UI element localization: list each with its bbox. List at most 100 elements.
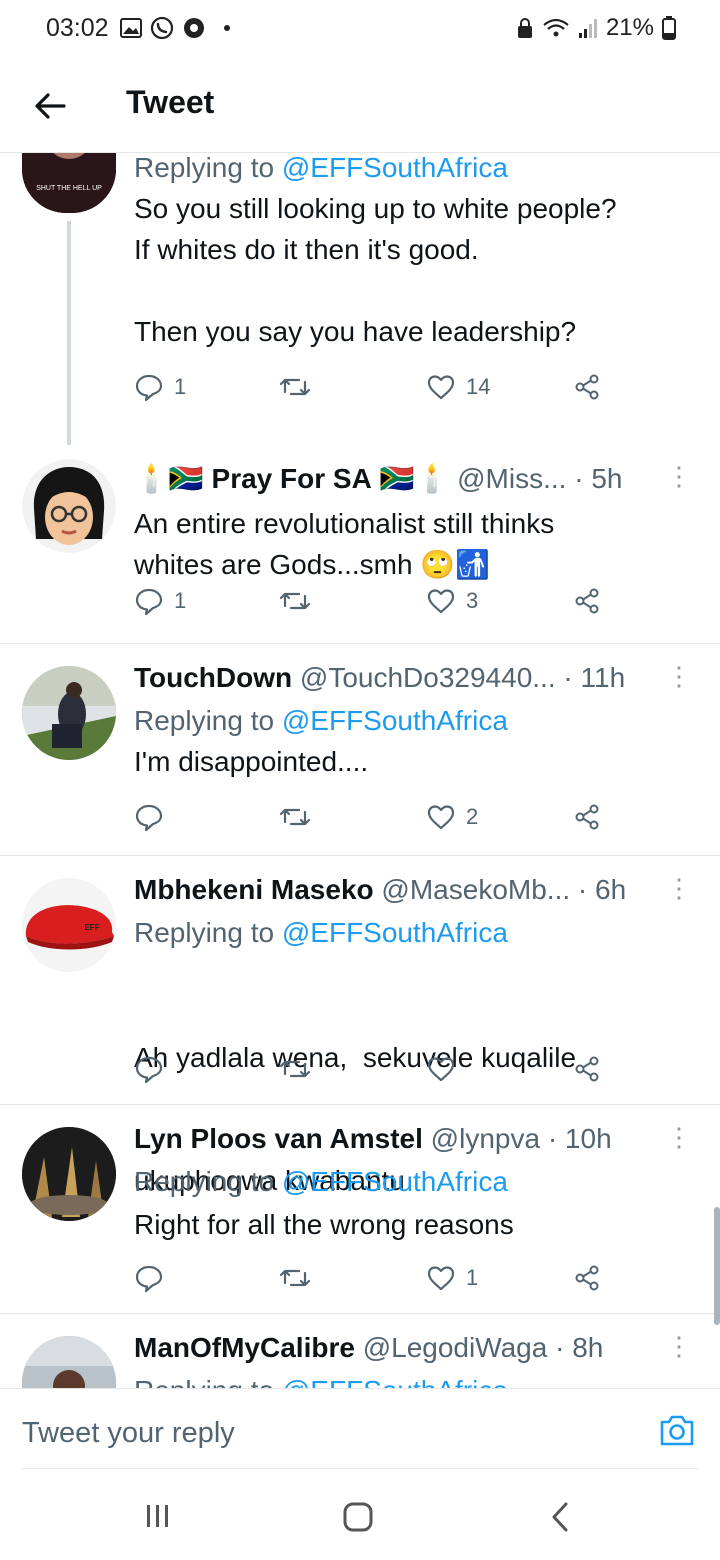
scrollbar[interactable] — [714, 1207, 720, 1325]
reply-input[interactable]: Tweet your reply — [22, 1417, 235, 1450]
share-button[interactable] — [572, 1054, 602, 1084]
avatar[interactable] — [22, 1336, 116, 1388]
share-button[interactable] — [572, 1263, 602, 1293]
tweet-actions — [134, 1054, 604, 1090]
replying-to: Replying to @EFFSouthAfrica — [134, 1375, 508, 1388]
arrow-left-icon[interactable] — [30, 86, 70, 126]
share-icon — [575, 1265, 599, 1291]
tweet-actions: 1 3 — [134, 586, 604, 622]
page-title: Tweet — [126, 84, 215, 120]
share-button[interactable] — [572, 372, 602, 402]
retweet-icon — [279, 592, 311, 610]
wifi-icon — [543, 18, 569, 37]
share-button[interactable] — [572, 586, 602, 616]
comment-icon — [135, 1265, 163, 1293]
avatar[interactable]: SHUT THE HELL UP — [22, 153, 116, 213]
more-options-icon[interactable]: ⋮ — [666, 1122, 692, 1153]
mention-link[interactable]: @EFFSouthAfrica — [282, 1375, 508, 1388]
heart-icon — [427, 1057, 455, 1082]
user-handle[interactable]: @MasekoMb... — [381, 874, 570, 905]
like-button[interactable] — [426, 1054, 456, 1084]
candle-icon: 🕯️ — [134, 463, 169, 494]
flag-za-icon: 🇿🇦 — [168, 463, 204, 494]
retweet-button[interactable] — [279, 372, 311, 402]
replying-to: Replying to @EFFSouthAfrica — [134, 1166, 508, 1197]
heart-icon — [427, 375, 455, 400]
retweet-icon — [279, 808, 311, 826]
tweet-item[interactable]: ManOfMyCalibre @LegodiWaga · 8h ⋮ Replyi… — [0, 1314, 720, 1388]
thread-connector — [67, 221, 71, 445]
user-handle[interactable]: @Miss... — [457, 463, 566, 494]
tweet-item[interactable]: TouchDown @TouchDo329440... · 11h ⋮ Repl… — [0, 644, 720, 856]
display-name[interactable]: Mbhekeni Maseko — [134, 874, 374, 905]
retweet-button[interactable] — [279, 586, 311, 616]
display-name[interactable]: Pray For SA — [212, 463, 372, 494]
like-button[interactable]: 3 — [426, 586, 478, 616]
share-icon — [575, 588, 599, 614]
tweet-time: · 10h — [547, 1123, 612, 1154]
tweet-header: ManOfMyCalibre @LegodiWaga · 8h — [134, 1332, 603, 1364]
tweet-time: · 6h — [577, 874, 627, 905]
user-handle[interactable]: @TouchDo329440... — [300, 662, 556, 693]
system-nav-bar — [0, 1470, 720, 1560]
dot-icon — [224, 25, 230, 31]
camera-icon[interactable] — [658, 1413, 696, 1447]
emoji: 🙄🚮 — [420, 549, 491, 580]
display-name[interactable]: Lyn Ploos van Amstel — [134, 1123, 423, 1154]
retweet-button[interactable] — [279, 802, 311, 832]
like-button[interactable]: 14 — [426, 372, 490, 402]
more-options-icon[interactable]: ⋮ — [666, 461, 692, 492]
reply-button[interactable] — [134, 802, 164, 832]
more-options-icon[interactable]: ⋮ — [666, 661, 692, 692]
heart-icon — [427, 805, 455, 830]
battery-percent: 21% — [605, 14, 654, 41]
flag-za-icon: 🇿🇦 — [379, 463, 415, 494]
avatar[interactable]: EFF — [22, 878, 116, 972]
replying-to: Replying to @EFFSouthAfrica — [134, 705, 508, 736]
replying-to: Replying to @EFFSouthAfrica — [134, 917, 508, 948]
tweet-item[interactable]: 🕯️🇿🇦 Pray For SA 🇿🇦🕯️ @Miss... · 5h ⋮ An… — [0, 447, 720, 644]
avatar[interactable] — [22, 1127, 116, 1221]
recents-icon[interactable] — [144, 1503, 172, 1529]
user-handle[interactable]: @LegodiWaga — [363, 1332, 548, 1363]
tweet-item[interactable]: SHUT THE HELL UP Replying to @EFFSouthAf… — [0, 153, 720, 447]
comment-icon — [135, 804, 163, 832]
mention-link[interactable]: @EFFSouthAfrica — [282, 153, 508, 183]
status-time: 03:02 — [46, 14, 109, 42]
retweet-button[interactable] — [279, 1054, 311, 1084]
reply-button[interactable] — [134, 1263, 164, 1293]
tweet-time: · 5h — [574, 463, 623, 494]
tweet-header: Lyn Ploos van Amstel @lynpva · 10h — [134, 1123, 612, 1155]
tweet-item[interactable]: Lyn Ploos van Amstel @lynpva · 10h ⋮ Rep… — [0, 1105, 720, 1314]
replying-to: Replying to @EFFSouthAfrica — [134, 153, 508, 183]
reply-button[interactable] — [134, 1054, 164, 1084]
avatar-badge-text: EFF — [84, 923, 99, 932]
app-bar: Tweet — [0, 60, 720, 153]
tweet-actions: 1 — [134, 1263, 604, 1299]
mention-link[interactable]: @EFFSouthAfrica — [282, 705, 508, 736]
more-options-icon[interactable]: ⋮ — [666, 1331, 692, 1362]
battery-icon — [662, 16, 676, 40]
like-button[interactable]: 2 — [426, 802, 478, 832]
more-options-icon[interactable]: ⋮ — [666, 873, 692, 904]
like-button[interactable]: 1 — [426, 1263, 478, 1293]
share-button[interactable] — [572, 802, 602, 832]
reply-button[interactable]: 1 — [134, 372, 186, 402]
avatar[interactable] — [22, 459, 116, 553]
tweet-item[interactable]: EFF Mbhekeni Maseko @MasekoMb... · 6h ⋮ … — [0, 856, 720, 1196]
retweet-icon — [279, 1060, 311, 1078]
mention-link[interactable]: @EFFSouthAfrica — [282, 1166, 508, 1197]
reply-button[interactable]: 1 — [134, 586, 186, 616]
avatar[interactable] — [22, 666, 116, 760]
svg-text:SHUT THE HELL UP: SHUT THE HELL UP — [36, 185, 102, 192]
status-bar: 03:02 21% — [0, 0, 720, 60]
display-name[interactable]: TouchDown — [134, 662, 292, 693]
mention-link[interactable]: @EFFSouthAfrica — [282, 917, 508, 948]
home-icon[interactable] — [343, 1502, 373, 1532]
user-handle[interactable]: @lynpva — [431, 1123, 540, 1154]
back-icon[interactable] — [548, 1501, 572, 1533]
lock-icon — [517, 18, 532, 38]
reply-composer[interactable]: Tweet your reply — [0, 1388, 720, 1469]
retweet-button[interactable] — [279, 1263, 311, 1293]
display-name[interactable]: ManOfMyCalibre — [134, 1332, 355, 1363]
